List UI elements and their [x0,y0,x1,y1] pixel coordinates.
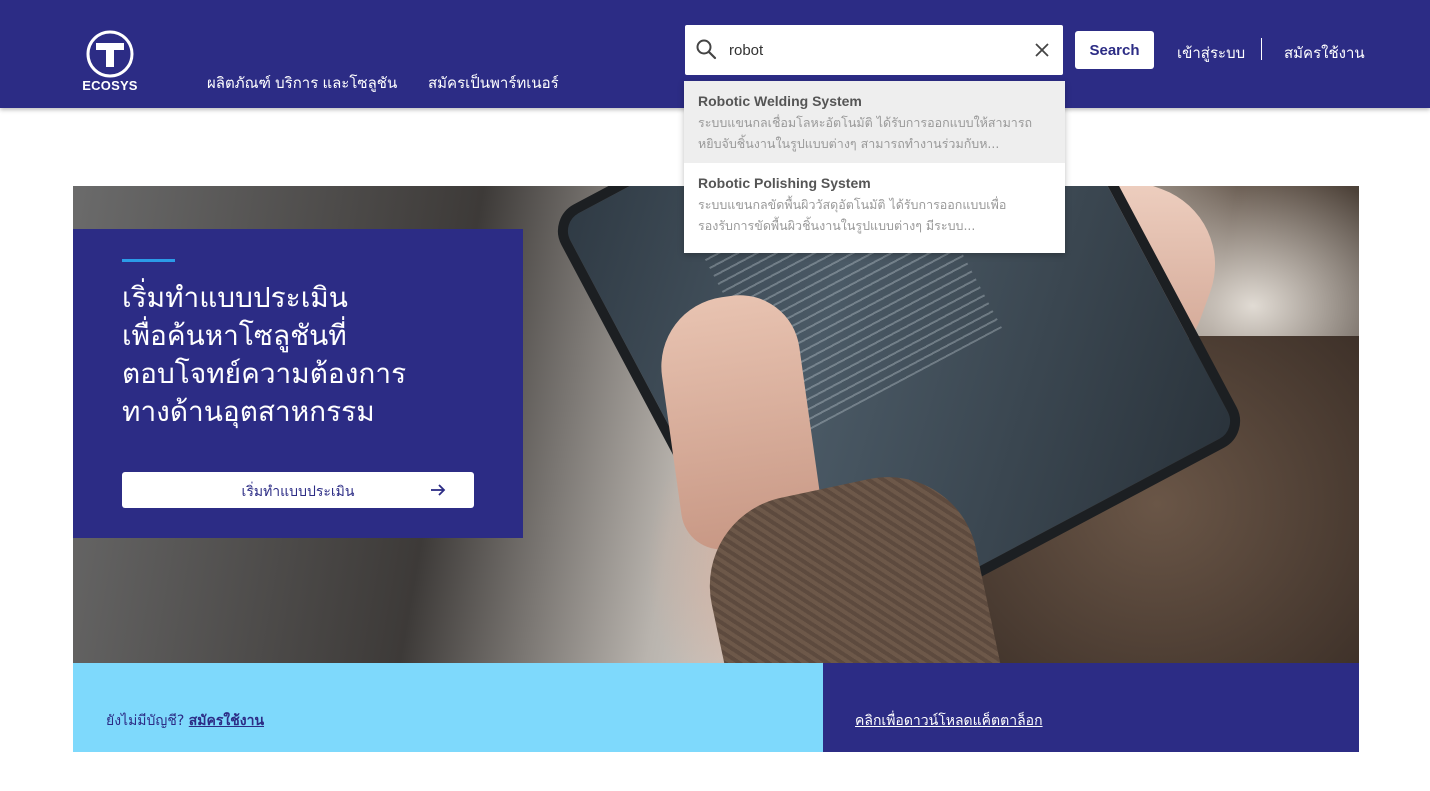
download-catalog-link[interactable]: คลิกเพื่อดาวน์โหลดแค็ตตาล็อก [855,710,1043,732]
start-assessment-label: เริ่มทำแบบประเมิน [241,484,355,500]
catalog-strip: คลิกเพื่อดาวน์โหลดแค็ตตาล็อก [823,663,1359,752]
search-icon[interactable] [695,38,717,60]
start-assessment-button[interactable]: เริ่มทำแบบประเมิน [122,472,474,508]
suggestion-item[interactable]: Robotic Polishing System ระบบแขนกลขัดพื้… [684,163,1065,253]
nav-become-partner[interactable]: สมัครเป็นพาร์ทเนอร์ [428,71,559,95]
hero-title-line: เพื่อค้นหาโซลูชันที่ [122,319,347,352]
register-strip-link[interactable]: สมัครใช้งาน [189,713,264,729]
hero-accent-line [122,259,175,262]
hero-title-line: ตอบโจทย์ความต้องการ [122,357,407,390]
suggestion-item[interactable]: Robotic Welding System ระบบแขนกลเชื่อมโล… [684,81,1065,163]
suggestion-title: Robotic Polishing System [698,175,871,191]
register-link[interactable]: สมัครใช้งาน [1284,41,1365,65]
search-input[interactable] [729,37,1019,63]
logo-icon [86,30,134,78]
logo-text: ECOSYS [82,78,138,93]
hero-title-line: ทางด้านอุตสาหกรรม [122,395,375,428]
suggestion-title: Robotic Welding System [698,93,862,109]
no-account-text: ยังไม่มีบัญชี? [106,713,185,729]
suggestion-desc-line1: ระบบแขนกลเชื่อมโลหะอัตโนมัติ ได้รับการออ… [698,115,1033,130]
suggestion-desc-line2: รองรับการขัดพื้นผิวชิ้นงานในรูปแบบต่างๆ … [698,218,976,233]
hero-title-line: เริ่มทำแบบประเมิน [122,281,348,314]
hero-title: เริ่มทำแบบประเมิน เพื่อค้นหาโซลูชันที่ ต… [122,279,502,431]
arrow-right-icon [431,484,446,496]
hero-card: เริ่มทำแบบประเมิน เพื่อค้นหาโซลูชันที่ ต… [73,229,523,538]
search-button[interactable]: Search [1075,31,1154,69]
nav-products-services[interactable]: ผลิตภัณฑ์ บริการ และโซลูชัน [207,71,397,95]
ecosys-logo[interactable]: ECOSYS [78,30,142,96]
header-divider [1261,38,1262,60]
no-account-prompt: ยังไม่มีบัญชี? สมัครใช้งาน [106,710,264,732]
close-icon[interactable] [1033,41,1051,59]
search-suggestions: Robotic Welding System ระบบแขนกลเชื่อมโล… [684,81,1065,253]
suggestion-desc-line1: ระบบแขนกลขัดพื้นผิววัสดุอัตโนมัติ ได้รับ… [698,197,1007,212]
search-box [685,25,1063,75]
login-link[interactable]: เข้าสู่ระบบ [1177,41,1245,65]
register-strip: ยังไม่มีบัญชี? สมัครใช้งาน [73,663,823,752]
suggestion-desc-line2: หยิบจับชิ้นงานในรูปแบบต่างๆ สามารถทำงานร… [698,136,1000,151]
